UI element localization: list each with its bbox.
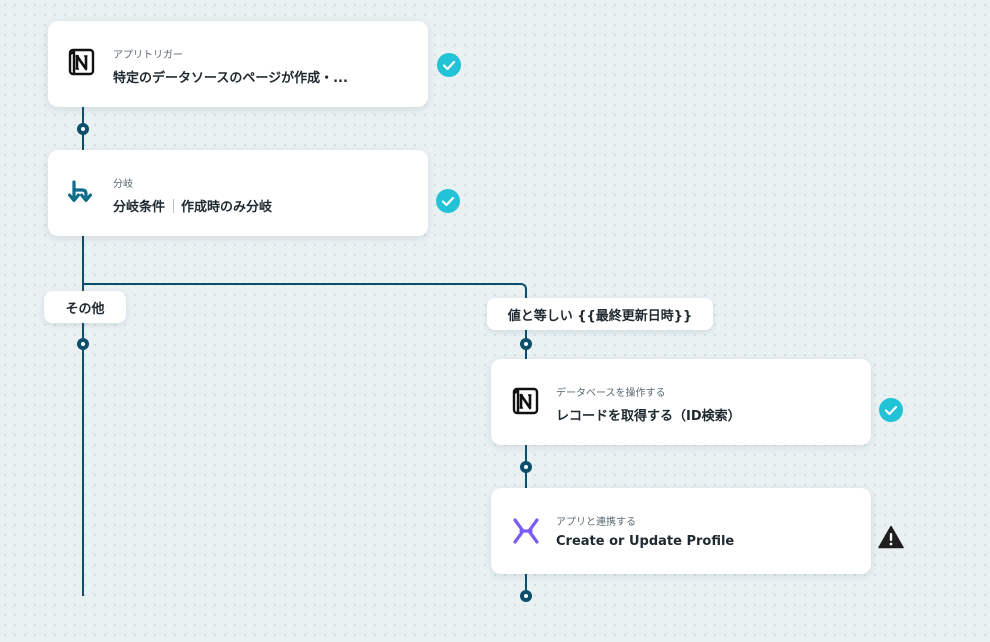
add-step-dot[interactable]: [520, 590, 532, 602]
add-step-dot[interactable]: [77, 338, 89, 350]
branch-condition-label: 分岐条件: [113, 200, 166, 215]
step-subtitle: データベースを操作する: [556, 388, 666, 399]
branch-icon: [68, 178, 98, 208]
check-icon: [879, 398, 903, 422]
branch-condition-detail: 作成時のみ分岐: [181, 200, 273, 215]
step-card-create-profile[interactable]: アプリと連携する Create or Update Profile: [491, 488, 871, 574]
branch-label-else[interactable]: その他: [44, 291, 126, 323]
notion-icon: [512, 387, 542, 417]
add-step-dot[interactable]: [520, 338, 532, 350]
step-title: レコードを取得する（ID検索）: [556, 409, 741, 424]
title-divider: [173, 199, 175, 213]
step-title: Create or Update Profile: [556, 534, 735, 549]
step-card-get-record[interactable]: データベースを操作する レコードを取得する（ID検索）: [491, 359, 871, 445]
branch-label-match[interactable]: 値と等しい {{最終更新日時}}: [487, 298, 713, 330]
check-icon: [437, 53, 461, 77]
step-card-trigger[interactable]: アプリトリガー 特定のデータソースのページが作成・...: [48, 21, 428, 107]
warning-icon: [878, 525, 904, 549]
add-step-dot[interactable]: [77, 123, 89, 135]
branch-connector: [82, 283, 527, 301]
klaviyo-x-icon: [512, 517, 542, 547]
flow-canvas: アプリトリガー 特定のデータソースのページが作成・... 分岐 分岐条件 作成時の…: [0, 0, 990, 642]
step-subtitle: アプリと連携する: [556, 517, 636, 528]
check-icon: [436, 189, 460, 213]
notion-icon: [68, 48, 98, 78]
step-subtitle: 分岐: [113, 179, 133, 190]
step-card-branch[interactable]: 分岐 分岐条件 作成時のみ分岐: [48, 150, 428, 236]
add-step-dot[interactable]: [520, 461, 532, 473]
step-title: 分岐条件 作成時のみ分岐: [113, 196, 272, 215]
step-subtitle: アプリトリガー: [113, 50, 183, 61]
step-title: 特定のデータソースのページが作成・...: [113, 71, 348, 86]
